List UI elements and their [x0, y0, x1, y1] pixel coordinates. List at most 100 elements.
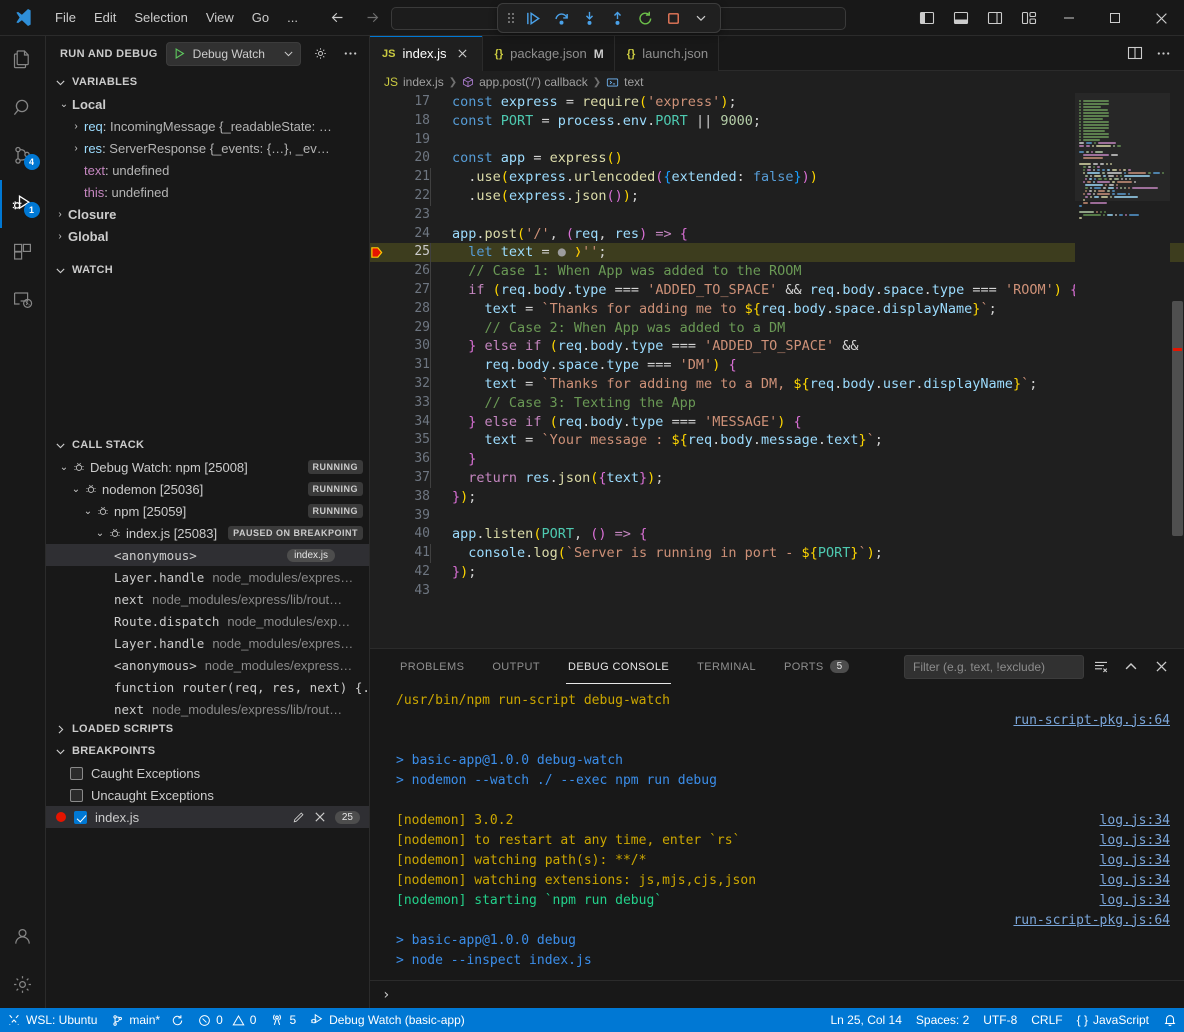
- callstack-session[interactable]: ⌄ nodemon [25036] RUNNING: [46, 478, 369, 500]
- debug-console-output[interactable]: /usr/bin/npm run-script debug-watch run-…: [370, 684, 1184, 980]
- source-link[interactable]: log.js:34: [1100, 853, 1170, 868]
- variables-pane-header[interactable]: VARIABLES: [46, 71, 369, 93]
- menu-bar[interactable]: File Edit Selection View Go ...: [46, 6, 307, 29]
- activity-run-and-debug[interactable]: 1: [0, 180, 46, 228]
- status-problems[interactable]: 0 0: [191, 1008, 263, 1032]
- minimap-slider[interactable]: [1075, 93, 1170, 201]
- toggle-panel-button[interactable]: [944, 0, 978, 36]
- callstack-frame[interactable]: Route.dispatch node_modules/exp…: [46, 610, 369, 632]
- activity-manage-settings[interactable]: [0, 960, 46, 1008]
- menu-go[interactable]: Go: [243, 6, 278, 29]
- callstack-pane-header[interactable]: CALL STACK: [46, 434, 369, 456]
- minimize-button[interactable]: [1046, 0, 1092, 36]
- tab-output[interactable]: OUTPUT: [482, 649, 550, 684]
- checkbox[interactable]: [70, 767, 83, 780]
- step-out-button[interactable]: [604, 6, 630, 30]
- source-link[interactable]: log.js:34: [1100, 893, 1170, 908]
- editor-scrollbar[interactable]: [1170, 93, 1184, 648]
- menu-view[interactable]: View: [197, 6, 243, 29]
- stop-button[interactable]: [660, 6, 686, 30]
- activity-search[interactable]: [0, 84, 46, 132]
- status-indentation[interactable]: Spaces: 2: [909, 1008, 976, 1032]
- breakpoint-icon[interactable]: [370, 208, 392, 298]
- maximize-button[interactable]: [1092, 0, 1138, 36]
- variables-scope-global[interactable]: › Global: [46, 225, 369, 247]
- activity-accounts[interactable]: [0, 912, 46, 960]
- callstack-frame[interactable]: next node_modules/express/lib/rout…: [46, 698, 369, 718]
- launch-configuration-select[interactable]: Debug Watch: [166, 42, 301, 66]
- debug-toolbar[interactable]: [497, 3, 721, 33]
- status-remote-indicator[interactable]: WSL: Ubuntu: [0, 1008, 104, 1032]
- sidebar-more-actions-button[interactable]: [339, 43, 361, 65]
- tab-terminal[interactable]: TERMINAL: [687, 649, 766, 684]
- start-debugging-icon[interactable]: [173, 47, 186, 60]
- callstack-frame[interactable]: Layer.handle node_modules/expres…: [46, 566, 369, 588]
- source-link[interactable]: log.js:34: [1100, 833, 1170, 848]
- menu-selection[interactable]: Selection: [125, 6, 196, 29]
- code-lines[interactable]: 17const express = require('express'); 18…: [370, 93, 1184, 648]
- console-filter-input[interactable]: Filter (e.g. text, !exclude): [904, 655, 1084, 679]
- callstack-frame[interactable]: Layer.handle node_modules/expres…: [46, 632, 369, 654]
- variable-row[interactable]: › req: IncomingMessage {_readableState: …: [46, 115, 369, 137]
- maximize-panel-button[interactable]: [1118, 654, 1144, 680]
- breadcrumb-file[interactable]: JS index.js: [384, 75, 444, 89]
- code-line-current[interactable]: 25 let text = ● ❭'';: [370, 243, 1184, 262]
- callstack-session[interactable]: ⌄ Debug Watch: npm [25008] RUNNING: [46, 456, 369, 478]
- callstack-session[interactable]: ⌄ npm [25059] RUNNING: [46, 500, 369, 522]
- split-editor-button[interactable]: [1122, 40, 1148, 66]
- variable-row[interactable]: › res: ServerResponse {_events: {…}, _ev…: [46, 137, 369, 159]
- source-link[interactable]: run-script-pkg.js:64: [1013, 713, 1170, 728]
- step-into-button[interactable]: [576, 6, 602, 30]
- close-window-button[interactable]: [1138, 0, 1184, 36]
- scrollbar-thumb[interactable]: [1172, 301, 1183, 536]
- step-over-button[interactable]: [548, 6, 574, 30]
- debug-toolbar-drag-handle[interactable]: [504, 11, 518, 25]
- activity-source-control[interactable]: 4: [0, 132, 46, 180]
- loaded-scripts-pane-header[interactable]: LOADED SCRIPTS: [46, 718, 369, 740]
- go-forward-icon[interactable]: [364, 9, 381, 26]
- source-link[interactable]: log.js:34: [1100, 873, 1170, 888]
- tab-package-json[interactable]: {} package.json M: [483, 36, 615, 71]
- breadcrumb-symbol-variable[interactable]: text: [606, 75, 643, 89]
- variables-scope-closure[interactable]: › Closure: [46, 203, 369, 225]
- toggle-secondary-sidebar-button[interactable]: [978, 0, 1012, 36]
- breakpoint-uncaught-exceptions[interactable]: Uncaught Exceptions: [46, 784, 369, 806]
- watch-pane-header[interactable]: WATCH: [46, 259, 369, 281]
- chevron-down-icon[interactable]: [283, 48, 294, 59]
- menu-file[interactable]: File: [46, 6, 85, 29]
- sync-icon[interactable]: [171, 1014, 184, 1027]
- callstack-frame[interactable]: function router(req, res, next) {.pr: [46, 676, 369, 698]
- close-icon[interactable]: [314, 811, 326, 823]
- tab-launch-json[interactable]: {} launch.json: [615, 36, 719, 71]
- open-launch-json-button[interactable]: [309, 43, 331, 65]
- status-git-branch[interactable]: main*: [104, 1008, 191, 1032]
- breakpoints-pane-header[interactable]: BREAKPOINTS: [46, 740, 369, 762]
- checkbox[interactable]: [74, 811, 87, 824]
- more-debug-actions-button[interactable]: [688, 6, 714, 30]
- status-notifications[interactable]: [1156, 1008, 1184, 1032]
- pencil-icon[interactable]: [292, 811, 305, 824]
- variables-scope-local[interactable]: ⌄ Local: [46, 93, 369, 115]
- variable-row[interactable]: text: undefined: [46, 159, 369, 181]
- breadcrumb-symbol-function[interactable]: app.post('/') callback: [462, 75, 588, 89]
- tab-problems[interactable]: PROBLEMS: [390, 649, 474, 684]
- status-debug-session[interactable]: Debug Watch (basic-app): [303, 1008, 472, 1032]
- tab-index-js[interactable]: JS index.js: [370, 36, 483, 71]
- source-link[interactable]: run-script-pkg.js:64: [1013, 913, 1170, 928]
- toggle-primary-sidebar-button[interactable]: [910, 0, 944, 36]
- activity-remote-explorer[interactable]: [0, 276, 46, 324]
- callstack-session[interactable]: ⌄ index.js [25083] PAUSED ON BREAKPOINT: [46, 522, 369, 544]
- activity-explorer[interactable]: [0, 36, 46, 84]
- status-ports-forwarded[interactable]: 5: [263, 1008, 303, 1032]
- menu-more[interactable]: ...: [278, 6, 307, 29]
- status-editor-position[interactable]: Ln 25, Col 14: [824, 1008, 909, 1032]
- close-icon[interactable]: [454, 45, 472, 63]
- status-eol[interactable]: CRLF: [1024, 1008, 1069, 1032]
- editor-more-actions-button[interactable]: [1150, 40, 1176, 66]
- activity-extensions[interactable]: [0, 228, 46, 276]
- tab-ports[interactable]: PORTS 5: [774, 649, 859, 684]
- restart-button[interactable]: [632, 6, 658, 30]
- checkbox[interactable]: [70, 789, 83, 802]
- status-encoding[interactable]: UTF-8: [976, 1008, 1024, 1032]
- variable-row[interactable]: this: undefined: [46, 181, 369, 203]
